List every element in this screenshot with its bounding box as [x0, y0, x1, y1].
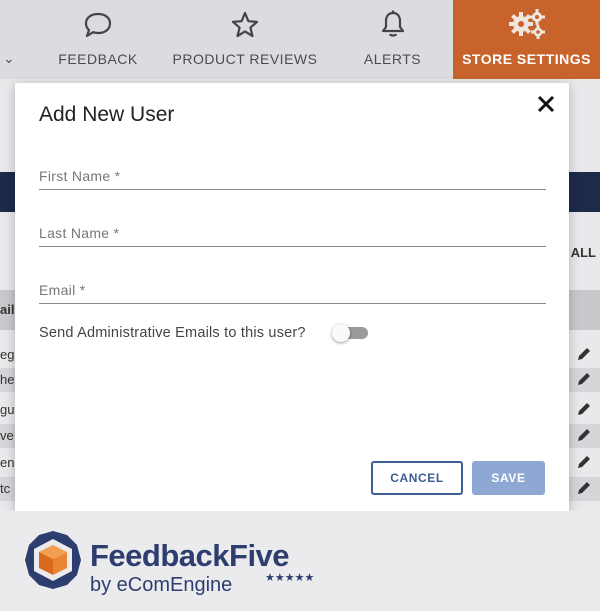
pencil-icon[interactable]	[576, 401, 592, 417]
chevron-down-icon[interactable]: ⌄	[3, 50, 15, 67]
first-name-input[interactable]	[39, 163, 546, 189]
nav-item-alerts[interactable]: ALERTS	[355, 0, 430, 79]
cancel-button[interactable]: CANCEL	[371, 461, 463, 495]
last-name-input[interactable]	[39, 220, 546, 246]
pencil-icon[interactable]	[576, 371, 592, 387]
admin-emails-label: Send Administrative Emails to this user?	[39, 325, 306, 341]
brand-name: FeedbackFive	[90, 538, 290, 573]
rating-stars: ★★★★★	[265, 572, 315, 584]
table-cell: eg	[0, 347, 15, 362]
save-button[interactable]: SAVE	[472, 461, 545, 495]
table-cell: en	[0, 455, 15, 470]
last-name-field-container	[39, 220, 546, 247]
add-user-dialog: Add New User Send Administrative Emails …	[15, 83, 569, 511]
pencil-icon[interactable]	[576, 480, 592, 496]
nav-item-feedback[interactable]: FEEDBACK	[52, 0, 144, 79]
table-header-label: ail	[0, 302, 15, 317]
nav-label: PRODUCT REVIEWS	[172, 51, 318, 67]
nav-item-product-reviews[interactable]: PRODUCT REVIEWS	[170, 0, 320, 79]
star-icon	[231, 11, 259, 38]
nav-label: FEEDBACK	[58, 51, 138, 67]
feedbackfive-logo-icon	[25, 531, 81, 589]
brand-tagline: by eComEngine	[90, 574, 233, 596]
table-cell: ve	[0, 428, 14, 443]
email-field-container	[39, 277, 546, 304]
gears-icon	[508, 9, 545, 39]
table-cell: tc	[0, 481, 11, 496]
nav-item-store-settings[interactable]: STORE SETTINGS	[453, 0, 600, 79]
pencil-icon[interactable]	[576, 346, 592, 362]
bell-icon	[381, 10, 404, 37]
table-cell: gu	[0, 402, 15, 417]
top-navigation: ⌄ FEEDBACK PRODUCT REVIEWS ALERTS STORE …	[0, 0, 600, 79]
pencil-icon[interactable]	[576, 454, 592, 470]
nav-label: STORE SETTINGS	[462, 51, 591, 67]
admin-emails-toggle[interactable]	[332, 324, 369, 342]
dialog-title: Add New User	[39, 103, 175, 126]
close-icon[interactable]	[535, 93, 557, 115]
toggle-knob	[332, 324, 350, 342]
email-input[interactable]	[39, 277, 546, 303]
speech-bubble-icon	[84, 12, 112, 38]
pencil-icon[interactable]	[576, 427, 592, 443]
first-name-field-container	[39, 163, 546, 190]
brand-footer: FeedbackFive by eComEngine ★★★★★	[0, 511, 600, 611]
table-cell: he	[0, 372, 15, 387]
select-all-link[interactable]: ALL	[571, 245, 596, 260]
nav-label: ALERTS	[363, 51, 422, 67]
